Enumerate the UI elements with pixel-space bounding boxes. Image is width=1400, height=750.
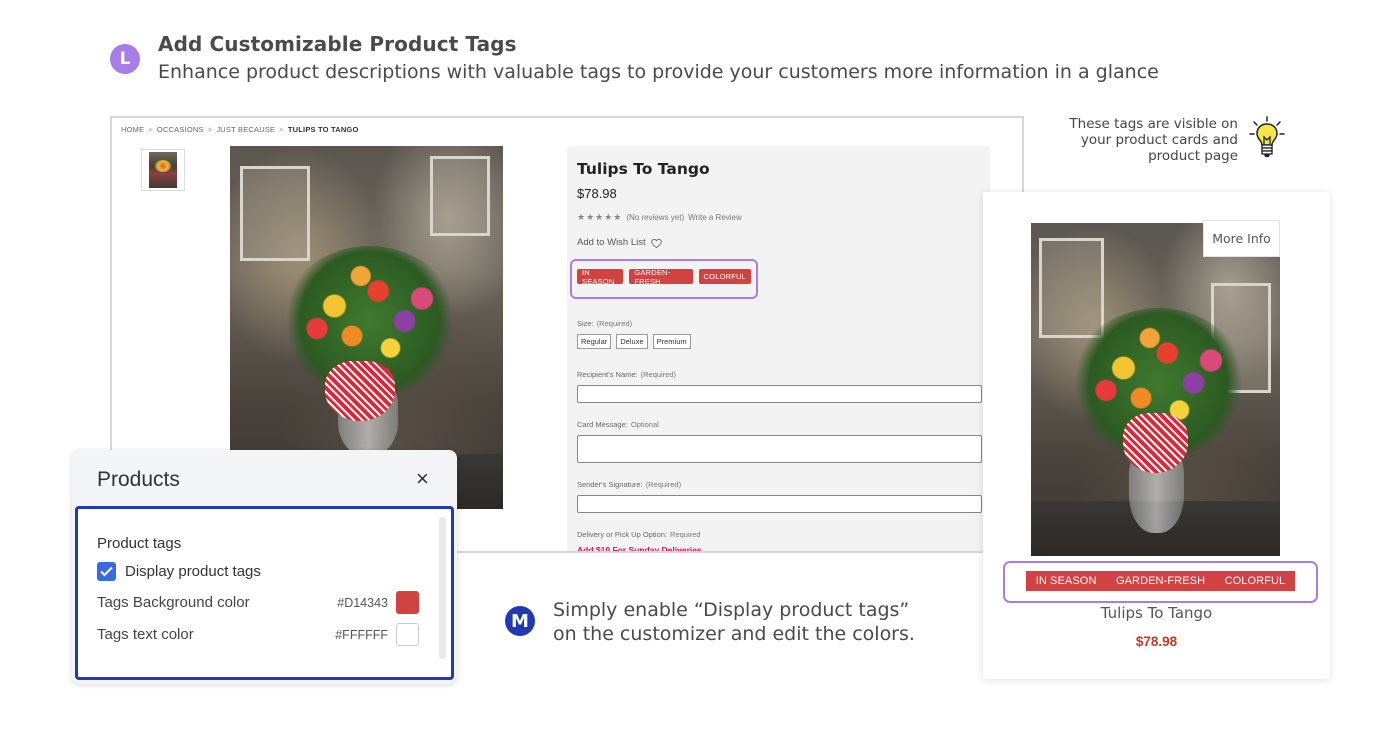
sender-label-text: Sender's Signature: [577,480,643,489]
thumbnail-image [149,152,177,188]
more-info-button[interactable]: More Info [1203,220,1280,257]
card-message-textarea[interactable] [577,435,982,463]
breadcrumb-home[interactable]: HOME [121,125,144,134]
step-badge-l: L [110,44,140,74]
tags-bg-color-hex: #D14343 [337,595,388,610]
scrollbar[interactable] [439,517,446,659]
display-tags-checkbox[interactable] [97,562,116,581]
wish-list-link[interactable]: Add to Wish List [577,237,662,248]
display-tags-label: Display product tags [125,563,261,580]
product-thumbnail[interactable] [141,149,185,191]
tags-text-color-row: Tags text color #FFFFFF [97,623,419,646]
product-tags-highlight: IN SEASON GARDEN-FRESH COLORFUL [570,259,758,299]
instruction-line-1: Simply enable “Display product tags” [553,599,910,621]
instruction-line-2: on the customizer and edit the colors. [553,623,915,645]
product-card-image[interactable] [1031,223,1280,556]
checkmark-icon [100,566,113,577]
rating-stars: ★★★★★ [577,212,623,222]
tip-text: These tags are visible on your product c… [1069,116,1238,164]
reviews-count: (No reviews yet) [626,213,685,222]
card-tags-highlight: IN SEASON GARDEN-FRESH COLORFUL [1003,561,1318,603]
breadcrumb-separator: > [207,125,213,134]
instruction-text: Simply enable “Display product tags” on … [553,598,915,646]
product-tag: COLORFUL [698,269,751,284]
delivery-required: Required [670,530,701,539]
recipient-label: Recipient's Name: (Required) [577,370,676,379]
sender-label: Sender's Signature: (Required) [577,480,681,489]
tags-bg-color-label: Tags Background color [97,594,250,611]
product-details: Tulips To Tango $78.98 ★★★★★ (No reviews… [567,146,990,553]
product-tags-section-title: Product tags [97,535,182,552]
breadcrumb-occasions[interactable]: OCCASIONS [157,125,204,134]
breadcrumb-separator: > [148,125,153,134]
size-label-text: Size: [577,319,594,328]
card-tag: GARDEN-FRESH [1115,575,1206,587]
size-options: Regular Deluxe Premium [577,334,691,349]
size-option-regular[interactable]: Regular [577,334,612,349]
tags-bg-color-row: Tags Background color #D14343 [97,591,419,614]
card-tag-strip: IN SEASON GARDEN-FRESH COLORFUL [1026,571,1295,591]
sender-input[interactable] [577,495,982,513]
recipient-required: (Required) [640,370,677,379]
breadcrumb-just-because[interactable]: JUST BECAUSE [216,125,275,134]
tags-bg-color-swatch[interactable] [396,591,419,614]
breadcrumb-current: TULIPS TO TANGO [287,125,359,134]
heart-icon [650,238,662,248]
card-tag: COLORFUL [1224,575,1286,587]
breadcrumb-separator: > [279,125,284,134]
feature-subtitle: Enhance product descriptions with valuab… [158,61,1159,83]
size-label: Size: (Required) [577,319,632,328]
card-message-label: Card Message: Optional [577,420,659,429]
close-icon[interactable]: × [416,468,429,490]
card-product-price: $78.98 [1135,634,1178,649]
size-option-deluxe[interactable]: Deluxe [616,334,648,349]
feature-title: Add Customizable Product Tags [158,32,517,56]
product-price: $78.98 [577,186,617,201]
display-tags-checkbox-row[interactable]: Display product tags [97,562,261,581]
tags-text-color-swatch[interactable] [396,623,419,646]
product-name: Tulips To Tango [577,160,710,178]
customizer-body: Product tags Display product tags Tags B… [75,506,454,680]
tags-text-color-hex: #FFFFFF [335,627,388,642]
sender-required: (Required) [645,480,682,489]
wish-list-label: Add to Wish List [577,237,646,248]
size-required: (Required) [596,319,633,328]
delivery-label: Delivery or Pick Up Option: Required [577,530,700,539]
card-product-name[interactable]: Tulips To Tango [983,604,1330,622]
feature-slide: L Add Customizable Product Tags Enhance … [0,0,1400,750]
breadcrumb: HOME > OCCASIONS > JUST BECAUSE > TULIPS… [121,125,359,134]
delivery-label-text: Delivery or Pick Up Option: [577,530,668,539]
card-message-label-text: Card Message: [577,420,628,429]
write-review-link[interactable]: Write a Review [688,213,742,222]
recipient-input[interactable] [577,385,982,403]
card-tag: IN SEASON [1035,575,1097,587]
tags-text-color-label: Tags text color [97,626,194,643]
size-option-premium[interactable]: Premium [652,334,691,349]
product-tag: GARDEN-FRESH [629,268,693,286]
card-message-optional: Optional [630,420,659,429]
customizer-title: Products [97,468,180,491]
rating-row: ★★★★★ (No reviews yet) Write a Review [577,212,742,223]
recipient-label-text: Recipient's Name: [577,370,638,379]
sunday-delivery-note: Add $10 For Sunday Deliveries [577,545,702,553]
lightbulb-icon [1249,116,1285,157]
product-tag: IN SEASON [577,268,624,286]
step-badge-m: M [505,606,535,636]
